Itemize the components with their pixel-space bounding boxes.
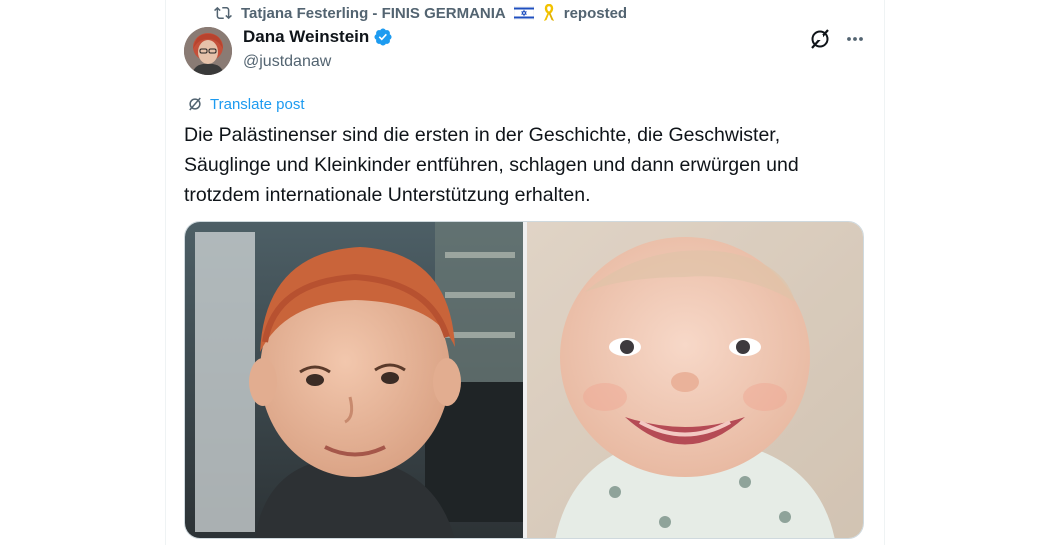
translate-post-link[interactable]: Translate post <box>186 95 305 113</box>
reposter-name[interactable]: Tatjana Festerling - FINIS GERMANIA <box>241 5 506 22</box>
israel-flag-icon <box>513 6 534 20</box>
yellow-ribbon-icon <box>543 4 554 21</box>
more-options-icon[interactable] <box>844 28 866 50</box>
author-handle[interactable]: @justdanaw <box>243 53 331 71</box>
post-media-image[interactable] <box>184 221 864 539</box>
grok-icon[interactable] <box>808 27 832 51</box>
repost-icon <box>214 6 232 20</box>
post-text-line: trotzdem internationale Unterstützung er… <box>184 184 591 206</box>
post-text: Die Palästinenser sind die ersten in der… <box>184 120 854 210</box>
post-top-actions <box>808 27 866 51</box>
repost-context[interactable]: Tatjana Festerling - FINIS GERMANIA repo… <box>213 3 627 23</box>
translate-icon <box>189 97 201 111</box>
verified-badge-icon[interactable] <box>373 27 393 47</box>
post-text-line: Die Palästinenser sind die ersten in der… <box>184 124 781 146</box>
translate-post-label[interactable]: Translate post <box>210 96 305 113</box>
repost-action-label: reposted <box>563 4 628 22</box>
author-display-name[interactable]: Dana Weinstein <box>243 27 369 47</box>
author-name-row[interactable]: Dana Weinstein <box>243 27 393 47</box>
avatar[interactable] <box>184 27 232 75</box>
post-text-line: Säuglinge und Kleinkinder entführen, sch… <box>184 154 799 176</box>
